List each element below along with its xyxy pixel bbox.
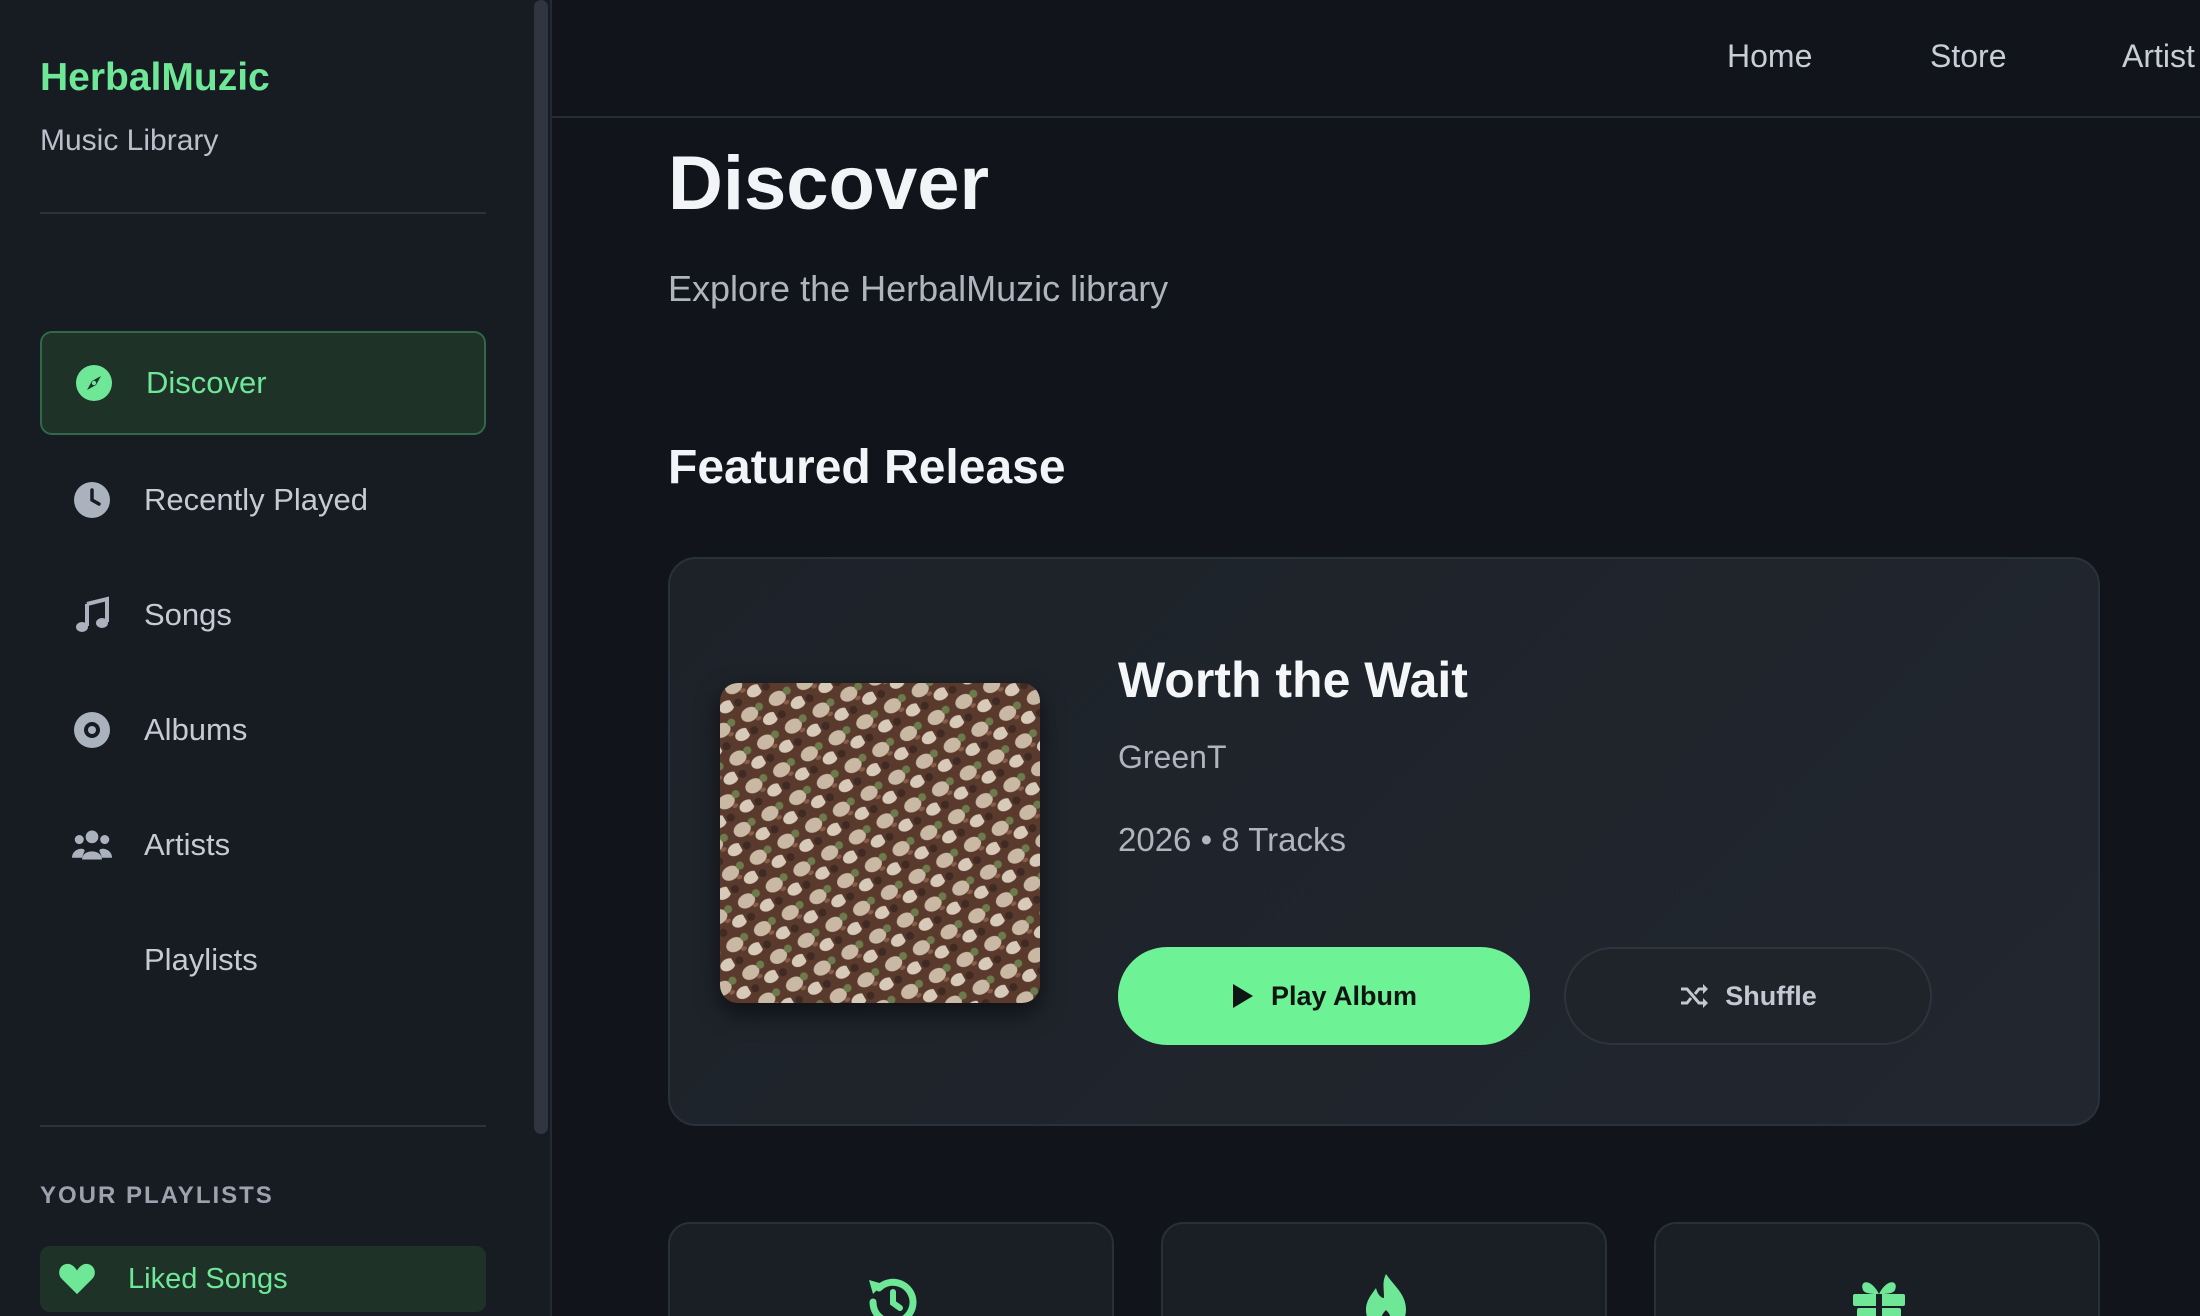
nav-link-store[interactable]: Store	[1930, 38, 2006, 75]
play-album-button[interactable]: Play Album	[1118, 947, 1530, 1045]
play-icon	[1232, 984, 1253, 1008]
quick-card-trending[interactable]	[1161, 1222, 1607, 1316]
sidebar-item-songs[interactable]: Songs	[40, 563, 486, 667]
nav-link-artist[interactable]: Artist	[2122, 38, 2195, 75]
sidebar-item-discover[interactable]: Discover	[40, 331, 486, 435]
play-album-label: Play Album	[1270, 980, 1418, 1011]
album-meta: 2026 • 8 Tracks	[1118, 821, 1347, 858]
sidebar-divider	[40, 212, 486, 214]
shuffle-button[interactable]: Shuffle	[1564, 947, 1932, 1045]
sidebar-scrollbar[interactable]	[534, 0, 548, 1134]
sidebar-item-playlists[interactable]: Playlists	[40, 908, 486, 1012]
gift-icon	[1853, 1282, 1905, 1316]
sidebar-item-recently-played[interactable]: Recently Played	[40, 448, 486, 552]
page-subtitle: Explore the HerbalMuzic library	[668, 268, 1169, 309]
sidebar-item-label: Recently Played	[144, 482, 369, 517]
playlist-item-label: Liked Songs	[128, 1262, 288, 1295]
clock-icon	[72, 480, 112, 520]
sidebar-divider	[40, 1125, 486, 1127]
heart-icon	[59, 1263, 95, 1295]
brand-logo[interactable]: HerbalMuzic	[40, 56, 270, 100]
album-title[interactable]: Worth the Wait	[1118, 651, 1468, 709]
compass-icon	[74, 363, 114, 403]
album-artist[interactable]: GreenT	[1118, 739, 1226, 776]
quick-card-recent[interactable]	[668, 1222, 1114, 1316]
users-icon	[72, 825, 112, 865]
nav-link-home[interactable]: Home	[1727, 38, 1812, 75]
shuffle-icon	[1681, 984, 1709, 1008]
sidebar-item-albums[interactable]: Albums	[40, 678, 486, 782]
shuffle-label: Shuffle	[1725, 980, 1817, 1011]
top-navigation: Home Store Artist	[552, 0, 2200, 118]
disc-icon	[72, 710, 112, 750]
quick-card-new[interactable]	[1654, 1222, 2100, 1316]
playlists-heading: YOUR PLAYLISTS	[40, 1182, 274, 1209]
featured-release-card: Worth the Wait GreenT 2026 • 8 Tracks Pl…	[668, 557, 2100, 1126]
sidebar-item-label: Discover	[146, 365, 267, 400]
app-window: HerbalMuzic Music Library Discover Recen…	[0, 0, 2200, 1316]
section-title: Featured Release	[668, 441, 1066, 494]
sidebar-item-artists[interactable]: Artists	[40, 793, 486, 897]
sidebar-item-label: Albums	[144, 712, 248, 747]
flame-icon	[1366, 1274, 1406, 1316]
album-cover[interactable]	[720, 683, 1040, 1003]
sidebar-item-label: Songs	[144, 597, 232, 632]
playlist-item-liked-songs[interactable]: Liked Songs	[40, 1246, 486, 1312]
sidebar: HerbalMuzic Music Library Discover Recen…	[0, 0, 552, 1316]
brand-subtitle: Music Library	[40, 124, 219, 157]
music-note-icon	[72, 595, 112, 635]
page-title: Discover	[668, 141, 990, 226]
sidebar-item-label: Playlists	[144, 942, 258, 977]
sidebar-item-label: Artists	[144, 827, 231, 862]
history-icon	[869, 1278, 917, 1316]
